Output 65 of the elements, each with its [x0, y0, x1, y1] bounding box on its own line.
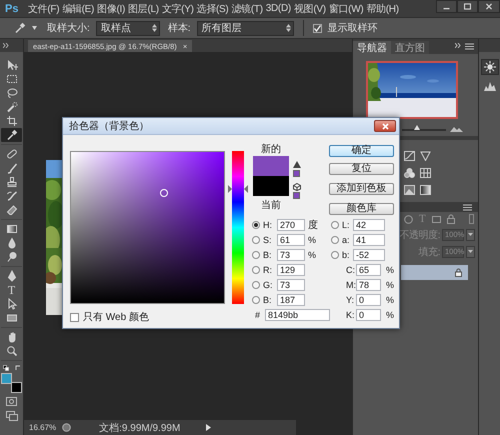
- field-label: L:: [342, 220, 351, 230]
- value-field[interactable]: 187: [277, 294, 305, 306]
- value-field[interactable]: 0: [356, 308, 381, 320]
- dialog-button[interactable]: 复位: [329, 163, 394, 175]
- unit-label: 度: [308, 218, 318, 232]
- sample-dropdown[interactable]: 所有图层: [196, 20, 294, 36]
- menu-item[interactable]: 窗口(W): [327, 2, 365, 16]
- field-label: K:: [346, 310, 356, 320]
- unit-label: %: [386, 264, 394, 274]
- value-field[interactable]: 41: [353, 234, 385, 246]
- document-info: 文档:9.99M/9.99M: [99, 422, 180, 434]
- menu-item[interactable]: 文字(Y): [160, 2, 196, 16]
- unit-label: %: [386, 294, 394, 304]
- menu-item[interactable]: 编辑(E): [60, 2, 96, 16]
- value-field[interactable]: 270: [277, 218, 305, 230]
- field-label: C:: [346, 264, 356, 274]
- sample-size-dropdown[interactable]: 取样点: [96, 20, 160, 36]
- value-field[interactable]: 61: [277, 234, 305, 246]
- value-field[interactable]: 73: [277, 248, 305, 260]
- type-tool[interactable]: T: [1, 283, 22, 297]
- field-label: B:: [263, 294, 273, 304]
- field-label: 取样大小:: [47, 22, 90, 35]
- dialog-button[interactable]: 颜色库: [329, 203, 394, 215]
- value-field[interactable]: 73: [277, 278, 305, 290]
- dialog-button[interactable]: 添加到色板: [329, 183, 394, 195]
- value-field[interactable]: 129: [277, 264, 305, 276]
- checkbox-label: 显示取样环: [328, 22, 378, 35]
- field-label: Y:: [346, 294, 356, 304]
- field-label: M:: [346, 280, 356, 290]
- field-label: #: [255, 310, 262, 320]
- menu-item[interactable]: 文件(F): [26, 2, 61, 16]
- field-label: R:: [263, 264, 273, 274]
- value-field[interactable]: 65: [356, 264, 381, 276]
- checkbox-label: 只有 Web 颜色: [83, 310, 149, 324]
- unit-label: %: [386, 280, 394, 290]
- menu-item[interactable]: 3D(D): [264, 3, 292, 14]
- field-label: S:: [263, 234, 273, 244]
- panel-tab[interactable]: 直方图: [391, 41, 429, 54]
- value-field[interactable]: 78: [356, 278, 381, 290]
- menu-item[interactable]: 视图(V): [292, 2, 328, 16]
- swatch-label: 新的: [261, 142, 281, 156]
- menu-item[interactable]: 选择(S): [195, 2, 230, 16]
- hex-field[interactable]: 8149bb: [265, 308, 330, 320]
- field-label: G:: [263, 280, 274, 290]
- panel-tab[interactable]: 导航器: [353, 41, 391, 54]
- zoom-level: 16.67%: [29, 423, 56, 432]
- swatch-label: 当前: [261, 198, 281, 212]
- field-label: B:: [263, 250, 273, 260]
- field-label: 样本:: [168, 22, 191, 35]
- field-label: H:: [263, 220, 273, 230]
- menu-item[interactable]: 图像(I): [96, 2, 127, 16]
- value-field[interactable]: 42: [353, 218, 385, 230]
- unit-label: %: [386, 310, 394, 320]
- menu-item[interactable]: 滤镜(T): [230, 2, 264, 16]
- unit-label: %: [308, 250, 316, 260]
- menu-item[interactable]: 帮助(H): [364, 2, 400, 16]
- dialog-title: 拾色器（背景色）: [69, 120, 149, 133]
- field-label: a:: [342, 234, 351, 244]
- value-field[interactable]: -52: [353, 248, 385, 260]
- app-logo: Ps: [5, 2, 18, 14]
- field-label: b:: [342, 250, 351, 260]
- dialog-button[interactable]: 确定: [329, 145, 394, 157]
- value-field[interactable]: 0: [356, 294, 381, 306]
- menu-item[interactable]: 图层(L): [126, 2, 160, 16]
- unit-label: %: [308, 234, 316, 244]
